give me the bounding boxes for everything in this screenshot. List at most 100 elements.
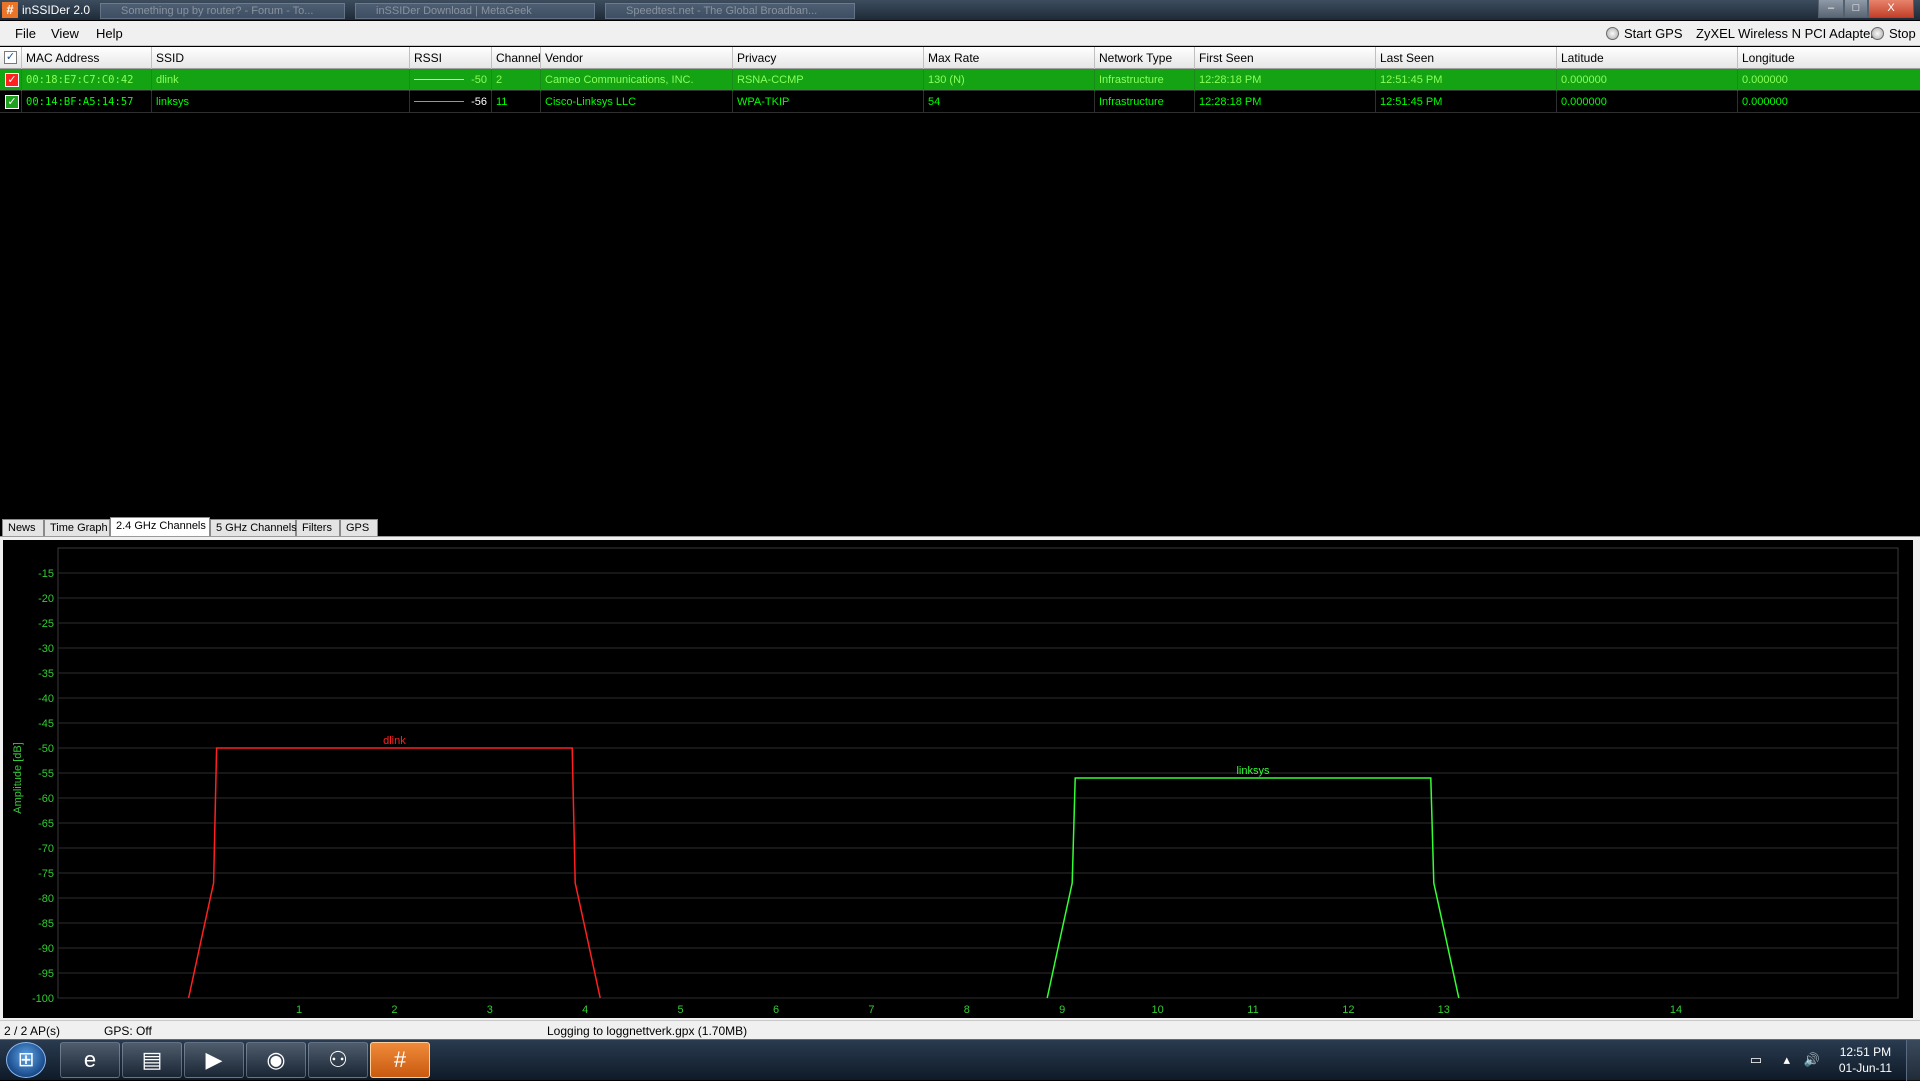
y-tick-label: -50 xyxy=(38,743,54,755)
adapter-selector[interactable]: ZyXEL Wireless N PCI Adapter xyxy=(1696,26,1875,41)
cell-last-seen: 12:51:45 PM xyxy=(1376,91,1557,113)
taskbar-network[interactable]: ⚇ xyxy=(308,1042,368,1078)
background-window-tab-1[interactable]: Something up by router? - Forum - To... xyxy=(100,3,345,19)
taskbar-inssider[interactable]: # xyxy=(370,1042,430,1078)
x-tick-label: 8 xyxy=(964,1004,970,1016)
rssi-value: -50 xyxy=(471,74,487,86)
cell-privacy: WPA-TKIP xyxy=(733,91,924,113)
maximize-button[interactable]: □ xyxy=(1844,0,1868,18)
app-icon: # xyxy=(2,2,18,18)
y-tick-label: -35 xyxy=(38,668,54,680)
cell-first-seen: 12:28:18 PM xyxy=(1195,69,1376,91)
tray-network-icon[interactable]: ▭ xyxy=(1750,1052,1762,1068)
tab-time-graph[interactable]: Time Graph xyxy=(44,519,110,536)
stop-button[interactable]: Stop xyxy=(1871,26,1916,41)
cell-mac: 00:14:BF:A5:14:57 xyxy=(22,91,152,113)
start-gps-label: Start GPS xyxy=(1624,26,1683,41)
cell-max-rate: 130 (N) xyxy=(924,69,1095,91)
tab-news[interactable]: News xyxy=(2,519,44,536)
cell-first-seen: 12:28:18 PM xyxy=(1195,91,1376,113)
column-first-seen[interactable]: First Seen xyxy=(1195,47,1376,69)
y-tick-label: -45 xyxy=(38,718,54,730)
tab-24ghz-channels[interactable]: 2.4 GHz Channels xyxy=(110,517,210,536)
x-tick-label: 7 xyxy=(868,1004,874,1016)
tray-show-hidden-icon[interactable]: ▴ xyxy=(1783,1052,1790,1068)
show-desktop-button[interactable] xyxy=(1906,1040,1920,1081)
stop-label: Stop xyxy=(1889,26,1916,41)
cell-longitude: 0.000000 xyxy=(1742,96,1788,108)
taskbar-explorer[interactable]: ▤ xyxy=(122,1042,182,1078)
series-label-dlink: dlink xyxy=(383,735,406,747)
y-tick-label: -40 xyxy=(38,693,54,705)
table-row[interactable]: ✓ 00:14:BF:A5:14:57 linksys -56 11 Cisco… xyxy=(0,91,1920,113)
view-tabs: News Time Graph 2.4 GHz Channels 5 GHz C… xyxy=(0,517,1920,536)
tab-gps[interactable]: GPS xyxy=(340,519,378,536)
cell-ssid: linksys xyxy=(152,91,410,113)
taskbar-media-player[interactable]: ▶ xyxy=(184,1042,244,1078)
y-tick-label: -20 xyxy=(38,593,54,605)
select-all-checkbox[interactable]: ✓ xyxy=(4,51,17,64)
start-button[interactable]: ⊞ xyxy=(6,1042,46,1078)
table-row[interactable]: ✓ 00:18:E7:C7:C0:42 dlink -50 2 Cameo Co… xyxy=(0,69,1920,91)
system-clock[interactable]: 12:51 PM 01-Jun-11 xyxy=(1839,1044,1892,1076)
table-header: ✓ MAC Address SSID RSSI Channel Vendor P… xyxy=(0,47,1920,69)
column-last-seen[interactable]: Last Seen xyxy=(1376,47,1557,69)
row-color-checkbox[interactable]: ✓ xyxy=(5,73,19,87)
cell-privacy: RSNA-CCMP xyxy=(733,69,924,91)
minimize-button[interactable]: – xyxy=(1818,0,1844,18)
y-tick-label: -60 xyxy=(38,793,54,805)
x-tick-label: 1 xyxy=(296,1004,302,1016)
row-color-checkbox[interactable]: ✓ xyxy=(5,95,19,109)
rssi-value: -56 xyxy=(471,96,487,108)
x-tick-label: 5 xyxy=(678,1004,684,1016)
cell-ssid: dlink xyxy=(152,69,410,91)
x-tick-label: 13 xyxy=(1438,1004,1450,1016)
column-longitude[interactable]: Longitude xyxy=(1738,47,1920,69)
status-bar: 2 / 2 AP(s) GPS: Off Logging to loggnett… xyxy=(0,1020,1920,1039)
row-checkbox-cell[interactable]: ✓ xyxy=(0,69,22,91)
y-tick-label: -75 xyxy=(38,868,54,880)
y-tick-label: -80 xyxy=(38,893,54,905)
column-latitude[interactable]: Latitude xyxy=(1557,47,1738,69)
clock-date: 01-Jun-11 xyxy=(1838,1061,1892,1075)
cell-channel: 2 xyxy=(492,69,541,91)
y-tick-label: -90 xyxy=(38,943,54,955)
cell-latitude: 0.000000 xyxy=(1557,91,1738,113)
x-tick-label: 4 xyxy=(582,1004,588,1016)
x-tick-label: 12 xyxy=(1342,1004,1354,1016)
column-channel[interactable]: Channel xyxy=(492,47,541,69)
background-window-tab-3[interactable]: Speedtest.net - The Global Broadban... xyxy=(605,3,855,19)
cell-vendor: Cameo Communications, INC. xyxy=(541,69,733,91)
y-tick-label: -25 xyxy=(38,618,54,630)
select-all-cell[interactable]: ✓ xyxy=(0,47,22,69)
cell-rssi: -56 xyxy=(410,91,492,113)
column-max-rate[interactable]: Max Rate xyxy=(924,47,1095,69)
column-mac-address[interactable]: MAC Address xyxy=(22,47,152,69)
menu-help[interactable]: Help xyxy=(96,26,123,41)
tab-5ghz-channels[interactable]: 5 GHz Channels xyxy=(210,519,297,536)
y-tick-label: -100 xyxy=(32,993,54,1005)
cell-vendor: Cisco-Linksys LLC xyxy=(541,91,733,113)
taskbar-ie[interactable]: e xyxy=(60,1042,120,1078)
rssi-sparkline xyxy=(414,79,464,80)
start-gps-button[interactable]: Start GPS xyxy=(1606,26,1683,41)
column-vendor[interactable]: Vendor xyxy=(541,47,733,69)
tab-filters[interactable]: Filters xyxy=(296,519,340,536)
column-ssid[interactable]: SSID xyxy=(152,47,410,69)
tray-volume-icon[interactable]: 🔊 xyxy=(1804,1052,1820,1068)
row-checkbox-cell[interactable]: ✓ xyxy=(0,91,22,113)
taskbar: ⊞ e ▤ ▶ ◉ ⚇ # ▭ ▴ 🔊 12:51 PM 01-Jun-11 xyxy=(0,1039,1920,1081)
background-window-tab-2[interactable]: inSSIDer Download | MetaGeek xyxy=(355,3,595,19)
column-rssi[interactable]: RSSI xyxy=(410,47,492,69)
close-button[interactable]: X xyxy=(1868,0,1914,18)
y-tick-label: -85 xyxy=(38,918,54,930)
menu-view[interactable]: View xyxy=(51,26,79,41)
x-tick-label: 6 xyxy=(773,1004,779,1016)
column-privacy[interactable]: Privacy xyxy=(733,47,924,69)
cell-mac: 00:18:E7:C7:C0:42 xyxy=(22,69,152,91)
rssi-sparkline xyxy=(414,101,464,102)
menu-file[interactable]: File xyxy=(15,26,36,41)
taskbar-firefox[interactable]: ◉ xyxy=(246,1042,306,1078)
y-tick-label: -15 xyxy=(38,568,54,580)
column-network-type[interactable]: Network Type xyxy=(1095,47,1195,69)
